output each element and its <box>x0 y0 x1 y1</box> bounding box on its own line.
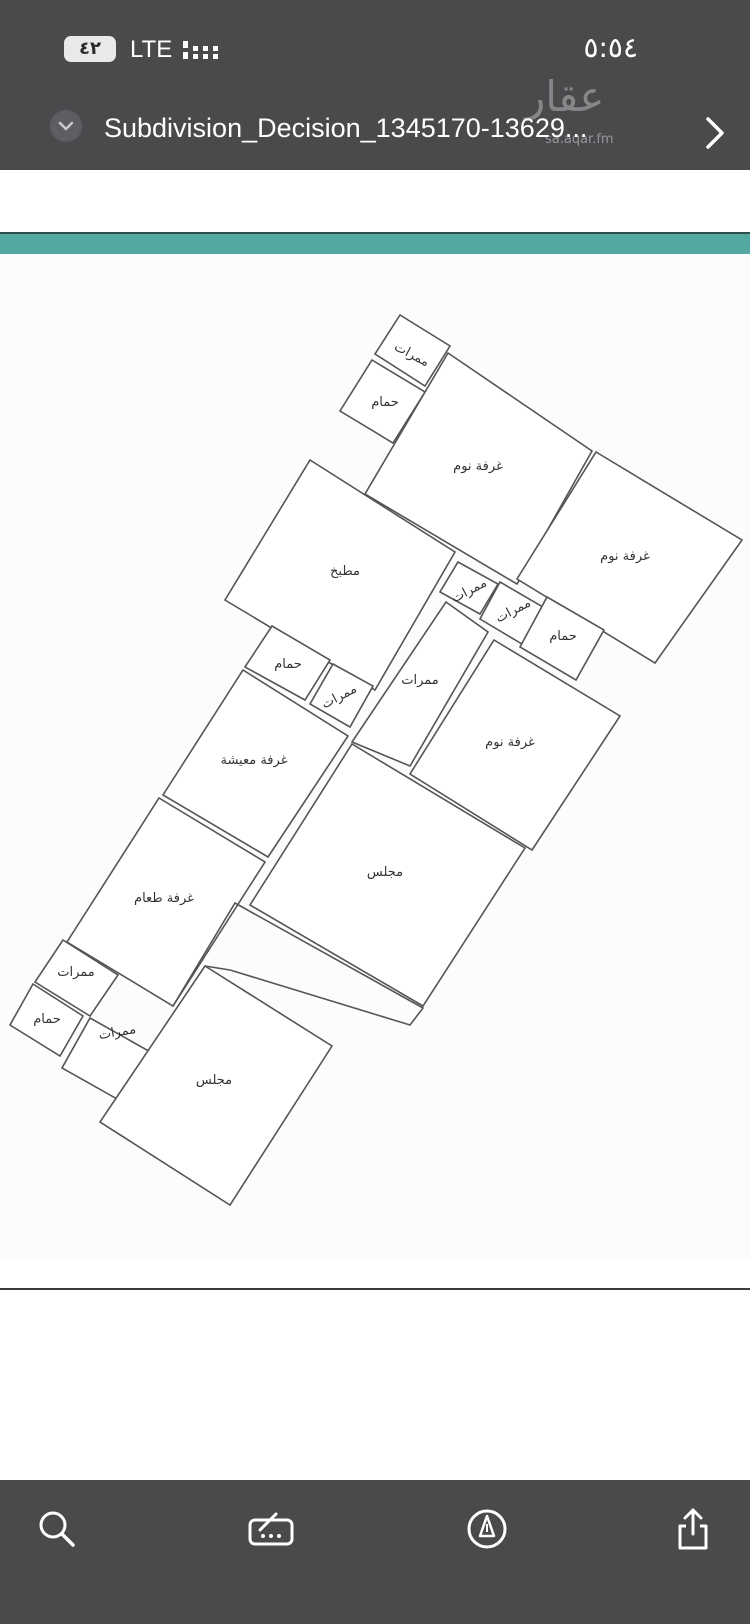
document-viewer[interactable]: ممرات حمام غرفة نوم غرفة نوم مطبخ ممرات … <box>0 170 750 1480</box>
signal-icon <box>183 41 218 59</box>
search-icon[interactable] <box>34 1506 80 1552</box>
label-kitchen: مطبخ <box>330 564 360 579</box>
label-dining: غرفة طعام <box>134 891 194 906</box>
pen-circle-icon[interactable] <box>464 1506 510 1552</box>
label-living: غرفة معيشة <box>220 753 287 768</box>
battery-indicator: ٤٢ <box>64 36 116 62</box>
chevron-right-icon[interactable] <box>700 113 728 153</box>
share-icon[interactable] <box>670 1506 716 1552</box>
bottom-toolbar <box>0 1480 750 1624</box>
label-bath-1: حمام <box>371 395 399 410</box>
label-bath-2: حمام <box>549 629 577 644</box>
label-corridor-6: ممرات <box>57 965 95 980</box>
label-bedroom-2: غرفة نوم <box>600 549 650 564</box>
label-bedroom-1: غرفة نوم <box>453 459 503 474</box>
chevron-down-icon[interactable] <box>50 110 82 142</box>
label-bath-4: حمام <box>33 1012 61 1027</box>
label-majlis-2: مجلس <box>196 1073 232 1088</box>
clock: ٥:٥٤ <box>583 31 638 64</box>
document-title-bar: Subdivision_Decision_1345170-13629... <box>0 110 750 160</box>
top-bar: ٤٢ LTE ٥:٥٤ عقار sa.aqar.fm Subdivision_… <box>0 0 750 170</box>
label-bath-3: حمام <box>274 657 302 672</box>
label-bedroom-3: غرفة نوم <box>485 735 535 750</box>
network-type: LTE <box>130 36 173 63</box>
floor-plan: ممرات حمام غرفة نوم غرفة نوم مطبخ ممرات … <box>8 313 744 1207</box>
label-majlis-1: مجلس <box>367 865 403 880</box>
document-title[interactable]: Subdivision_Decision_1345170-13629... <box>104 112 674 144</box>
markup-icon[interactable] <box>246 1506 294 1552</box>
label-corridor-5: ممرات <box>401 673 439 688</box>
